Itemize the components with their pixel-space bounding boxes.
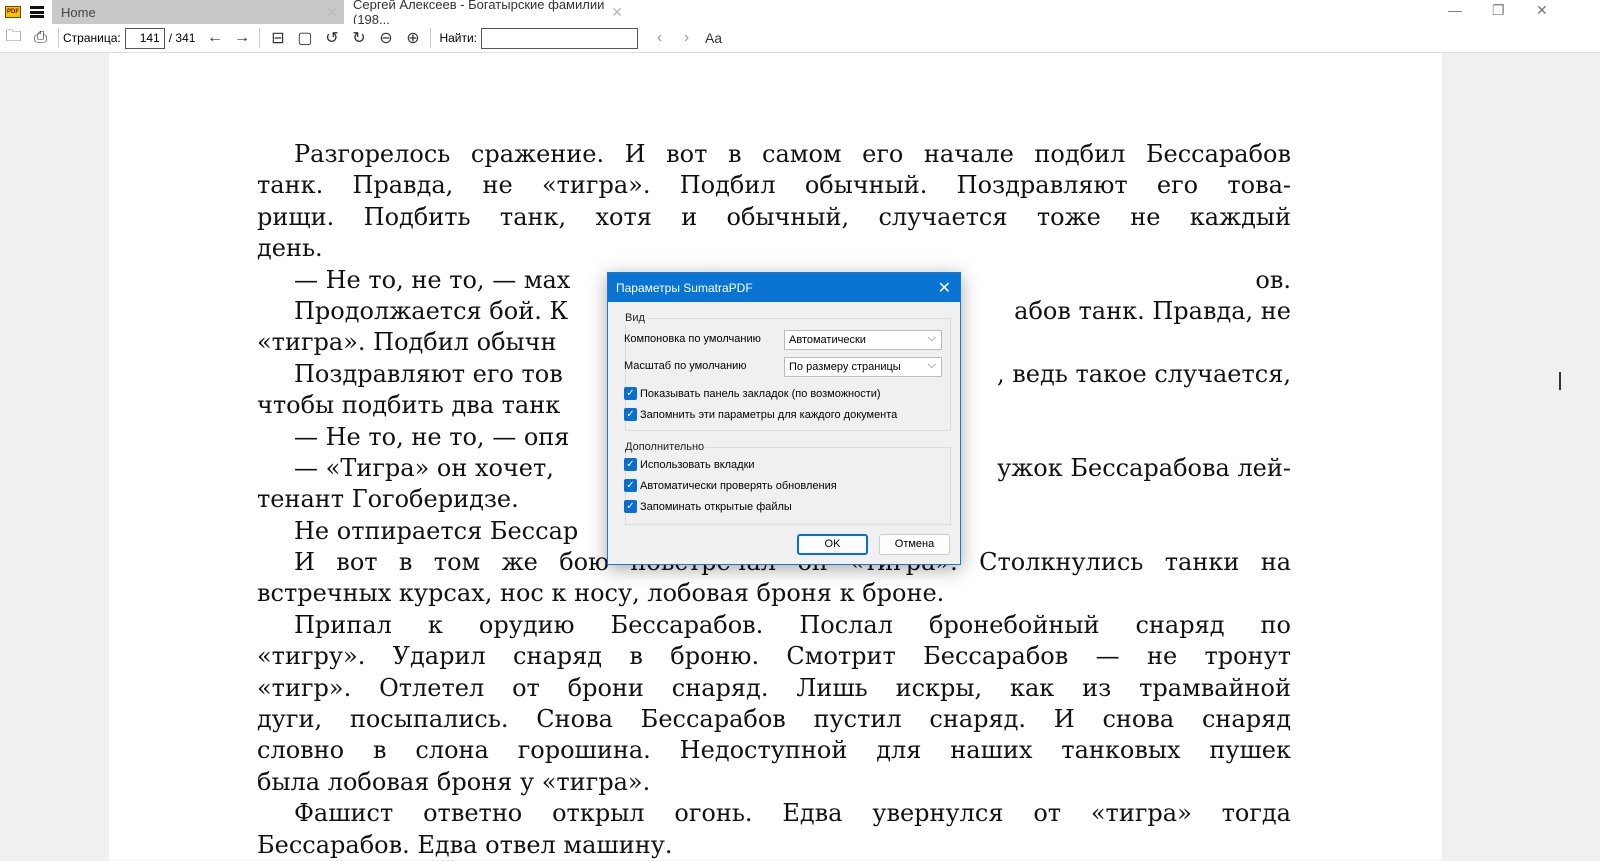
zoom-label: Масштаб по умолчанию <box>624 360 747 372</box>
tab-home[interactable]: Home ✕ <box>52 0 344 24</box>
zoom-value: По размеру страницы <box>789 361 901 373</box>
rotate-left-icon[interactable]: ↺ <box>318 27 345 49</box>
tab-close-icon[interactable]: ✕ <box>326 4 338 21</box>
chevron-down-icon: ⌵ <box>927 332 936 344</box>
advanced-group-label: Дополнительно <box>624 441 706 453</box>
text-fragment: абов танк. Правда, не <box>1014 296 1291 325</box>
page-number-input[interactable]: 141 <box>124 27 165 49</box>
find-next-icon[interactable]: › <box>673 27 700 49</box>
checkbox-remember-files[interactable]: ✓ Запоминать открытые файлы <box>624 500 792 513</box>
page-total: / 341 <box>168 31 196 45</box>
find-prev-icon[interactable]: ‹ <box>646 27 673 49</box>
text-fragment: Поздравляют его тов <box>294 359 563 388</box>
text-fragment: Продолжается бой. К <box>294 296 569 325</box>
page-label: Страница: <box>63 31 121 45</box>
scrollbar-thumb[interactable] <box>1559 372 1561 390</box>
tab-label: Home <box>61 4 96 20</box>
checkbox-label: Показывать панель закладок (по возможнос… <box>640 387 881 400</box>
text-line: танк. Правда, не «тигра». Подбил обычный… <box>257 171 1291 200</box>
text-line: «тигр». Отлетел от брони снаряд. Лишь ис… <box>257 673 1291 702</box>
checkbox-show-bookmarks[interactable]: ✓ Показывать панель закладок (по возможно… <box>624 387 881 400</box>
text-line: рищи. Подбить танк, хотя и обычный, случ… <box>257 202 1291 231</box>
text-line: словно в слона горошина. Недоступной для… <box>257 736 1291 765</box>
text-line: встречных курсах, нос к носу, лобовая бр… <box>257 579 945 608</box>
text-fragment: , ведь такое случается, <box>997 359 1291 388</box>
checkbox-label: Использовать вкладки <box>640 458 755 471</box>
divider <box>430 28 432 48</box>
ok-button[interactable]: OK <box>797 534 868 555</box>
layout-label: Компоновка по умолчанию <box>624 333 761 345</box>
dialog-title: Параметры SumatraPDF <box>616 280 753 295</box>
text-line: Бессарабов. Едва отвел машину. <box>257 830 673 859</box>
checkbox-remember-settings[interactable]: ✓ Запомнить эти параметры для каждого док… <box>624 408 897 421</box>
checkbox-check-updates[interactable]: ✓ Автоматически проверять обновления <box>624 479 837 492</box>
text-fragment: Не отпирается Бессар <box>294 516 579 545</box>
checkbox-label: Запомнить эти параметры для каждого доку… <box>640 408 898 421</box>
app-logo-icon[interactable]: PDF <box>5 6 21 18</box>
find-input[interactable] <box>481 27 639 49</box>
forward-arrow-icon[interactable]: → <box>228 27 255 49</box>
text-fragment: — Не то, не то, — опя <box>294 422 570 451</box>
menu-icon[interactable] <box>30 6 44 18</box>
zoom-out-icon[interactable]: ⊖ <box>372 27 399 49</box>
text-fragment: чтобы подбить два танк <box>257 391 561 420</box>
divider <box>58 28 59 48</box>
tab-document[interactable]: Сергей Алексеев - Богатырские фамилии (1… <box>344 0 629 27</box>
dialog-close-icon[interactable]: ✕ <box>938 278 951 298</box>
zoom-in-icon[interactable]: ⊕ <box>399 27 426 49</box>
checkbox-checked-icon: ✓ <box>624 458 637 471</box>
single-page-icon[interactable]: ▢ <box>291 27 318 49</box>
layout-select[interactable]: Автоматически ⌵ <box>784 330 942 350</box>
checkbox-checked-icon: ✓ <box>624 387 637 400</box>
text-line: была лобовая броня у «тигра». <box>257 767 651 796</box>
open-folder-icon[interactable]: 🗀 <box>0 27 27 49</box>
checkbox-checked-icon: ✓ <box>624 408 637 421</box>
checkbox-label: Автоматически проверять обновления <box>640 479 837 492</box>
text-fragment: ов. <box>1255 265 1291 294</box>
title-bar: PDF Home ✕ Сергей Алексеев - Богатырские … <box>0 0 1600 27</box>
cancel-button[interactable]: Отмена <box>879 534 950 555</box>
zoom-select[interactable]: По размеру страницы ⌵ <box>784 357 942 377</box>
close-window-button[interactable]: ✕ <box>1536 2 1548 19</box>
settings-dialog: Параметры SumatraPDF ✕ Вид Компоновка по… <box>607 272 961 565</box>
text-fragment: — «Тигра» он хочет, <box>294 453 554 482</box>
tab-label: Сергей Алексеев - Богатырские фамилии (1… <box>353 0 605 27</box>
text-fragment: «тигра». Подбил обычн <box>257 328 557 357</box>
text-fragment: ужок Бессарабова лей- <box>997 453 1291 482</box>
minimize-button[interactable]: — <box>1448 2 1462 18</box>
match-case-icon[interactable]: Aa <box>700 27 727 49</box>
toolbar: 🗀 ⎙ Страница: 141 / 341 ← → ⊟ ▢ ↺ ↻ ⊖ ⊕ … <box>0 24 1600 53</box>
checkbox-checked-icon: ✓ <box>624 479 637 492</box>
text-line: дуги, посыпались. Снова Бессарабов пусти… <box>257 705 1291 734</box>
text-fragment: — Не то, не то, — мах <box>294 265 571 294</box>
divider <box>259 28 261 48</box>
checkbox-label: Запоминать открытые файлы <box>640 500 792 513</box>
print-icon[interactable]: ⎙ <box>27 27 54 49</box>
text-line: Разгорелось сражение. И вот в самом его … <box>294 140 1291 168</box>
chevron-down-icon: ⌵ <box>927 359 936 371</box>
continuous-layout-icon[interactable]: ⊟ <box>264 27 291 49</box>
tab-close-icon[interactable]: ✕ <box>611 4 623 21</box>
back-arrow-icon[interactable]: ← <box>201 27 228 49</box>
view-group-label: Вид <box>624 312 646 324</box>
text-line: Припал к орудию Бессарабов. Послал броне… <box>294 610 1291 639</box>
find-label: Найти: <box>439 31 478 45</box>
layout-value: Автоматически <box>789 334 866 346</box>
text-line: «тигру». Ударил снаряд в броню. Смотрит … <box>257 642 1291 671</box>
restore-button[interactable]: ❐ <box>1492 2 1505 19</box>
checkbox-use-tabs[interactable]: ✓ Использовать вкладки <box>624 458 755 471</box>
checkbox-checked-icon: ✓ <box>624 500 637 513</box>
dialog-title-bar: Параметры SumatraPDF ✕ <box>608 273 960 302</box>
text-line: день. <box>257 234 323 263</box>
rotate-right-icon[interactable]: ↻ <box>345 27 372 49</box>
text-line: Фашист ответно открыл огонь. Едва уверну… <box>294 799 1291 828</box>
